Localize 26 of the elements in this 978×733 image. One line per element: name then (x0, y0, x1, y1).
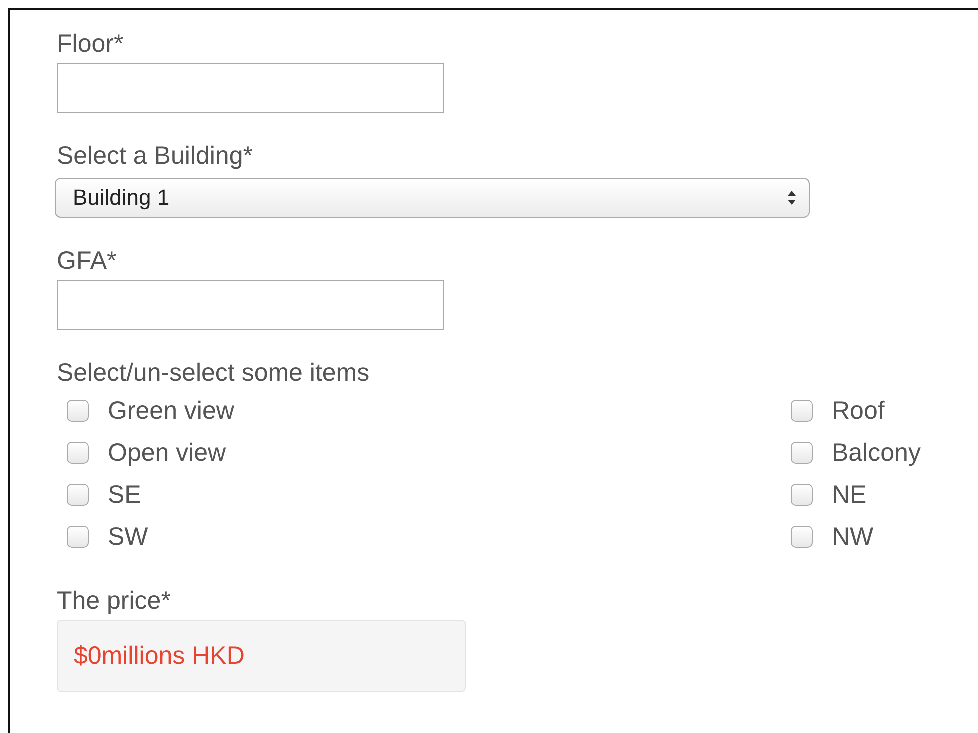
checkbox[interactable] (791, 400, 813, 422)
checkbox-label: SW (108, 522, 148, 552)
field-label: Floor* (57, 29, 125, 59)
checkbox[interactable] (791, 484, 813, 506)
field-label: GFA* (57, 246, 118, 276)
input-field[interactable] (57, 280, 444, 330)
checkbox-label: SE (108, 480, 142, 510)
checkbox-label: Roof (832, 396, 885, 426)
checkbox[interactable] (67, 526, 89, 548)
group-label: Select/un-select some items (57, 358, 371, 388)
checkbox[interactable] (791, 526, 813, 548)
checkbox-label: Green view (108, 396, 234, 426)
checkbox-label: Open view (108, 438, 226, 468)
checkbox[interactable] (67, 484, 89, 506)
checkbox[interactable] (791, 442, 813, 464)
dropdown-arrows-icon (787, 190, 797, 206)
checkbox[interactable] (67, 442, 89, 464)
building-select[interactable]: Building 1 (55, 178, 810, 218)
checkbox-label: Balcony (832, 438, 921, 468)
field-label: Select a Building* (57, 141, 254, 171)
checkbox-label: NW (832, 522, 874, 552)
checkbox[interactable] (67, 400, 89, 422)
price-output: $0millions HKD (57, 620, 466, 692)
input-field[interactable] (57, 63, 444, 113)
checkbox-label: NE (832, 480, 867, 510)
field-label: The price* (57, 586, 172, 616)
